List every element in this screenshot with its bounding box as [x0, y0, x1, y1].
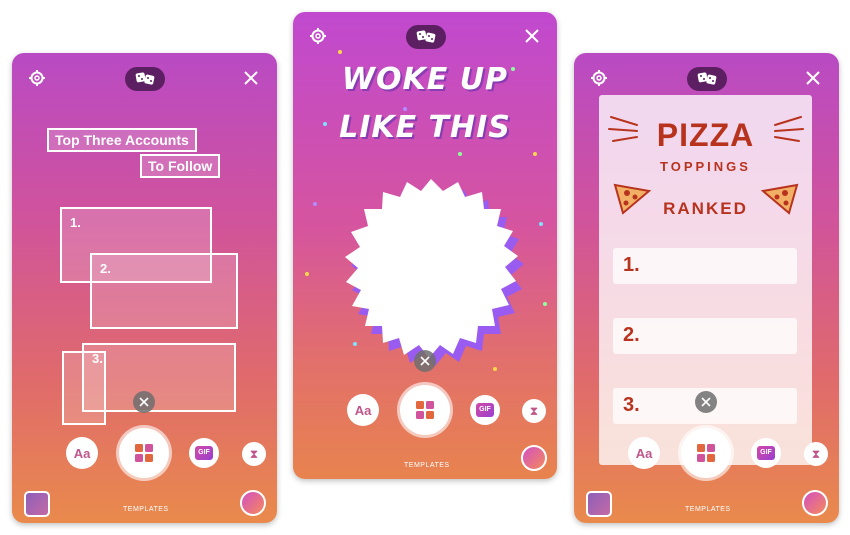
title-line-1[interactable]: Top Three Accounts: [47, 128, 197, 152]
confetti-dot: [305, 272, 309, 276]
gif-icon: GIF: [195, 446, 213, 460]
close-icon[interactable]: [244, 71, 258, 85]
gif-icon: GIF: [476, 403, 494, 417]
slot-3-box[interactable]: 3.: [82, 343, 236, 412]
gif-button[interactable]: GIF: [751, 438, 781, 468]
rank-1-label: 1.: [623, 254, 640, 276]
gif-icon: GIF: [757, 446, 775, 460]
slot-2-label: 2.: [100, 261, 111, 276]
gif-button[interactable]: GIF: [470, 395, 500, 425]
rank-row-2[interactable]: 2.: [613, 318, 797, 354]
text-tool-button[interactable]: Aa: [628, 437, 660, 469]
camera-switch-button[interactable]: [521, 445, 547, 471]
remove-icon[interactable]: [414, 350, 436, 372]
dice-icon[interactable]: [687, 67, 727, 91]
close-icon[interactable]: [806, 71, 820, 85]
rank-2-label: 2.: [623, 324, 640, 346]
remove-icon[interactable]: [695, 391, 717, 413]
gif-button[interactable]: GIF: [189, 438, 219, 468]
title-line-1[interactable]: WOKE UP: [293, 62, 557, 97]
close-icon[interactable]: [525, 29, 539, 43]
confetti-dot: [543, 302, 547, 306]
toppings-subtitle: TOPPINGS: [660, 159, 751, 174]
text-tool-button[interactable]: Aa: [347, 394, 379, 426]
gear-icon[interactable]: [591, 70, 607, 86]
dice-icon[interactable]: [125, 67, 165, 91]
timer-button[interactable]: ⧗: [804, 442, 828, 466]
rank-3-label: 3.: [623, 394, 640, 416]
title-line-2[interactable]: To Follow: [140, 154, 221, 178]
ranked-subtitle: RANKED: [663, 199, 748, 218]
title-line-2[interactable]: LIKE THIS: [293, 110, 557, 145]
camera-switch-button[interactable]: [240, 490, 266, 516]
gear-icon[interactable]: [29, 70, 45, 86]
templates-button[interactable]: [119, 428, 169, 478]
confetti-dot: [539, 222, 543, 226]
story-screen-pizza-toppings: PIZZA TOPPINGS RANKED 1. 2. 3. Aa GIF ⧗ …: [574, 53, 839, 523]
templates-label: TEMPLATES: [404, 462, 450, 469]
gallery-thumbnail[interactable]: [586, 491, 612, 517]
slot-1-label: 1.: [70, 215, 81, 230]
templates-label: TEMPLATES: [123, 506, 169, 513]
timer-button[interactable]: ⧗: [522, 399, 546, 423]
gallery-thumbnail[interactable]: [24, 491, 50, 517]
slot-2-box[interactable]: 2.: [90, 253, 238, 329]
confetti-dot: [533, 152, 537, 156]
rank-row-1[interactable]: 1.: [613, 248, 797, 284]
templates-button[interactable]: [681, 428, 731, 478]
gear-icon[interactable]: [310, 28, 326, 44]
slot-3-label: 3.: [92, 351, 103, 366]
story-screen-top-accounts: Top Three Accounts To Follow 1. 2. 3. Aa…: [12, 53, 277, 523]
confetti-dot: [338, 50, 342, 54]
text-tool-button[interactable]: Aa: [66, 437, 98, 469]
story-screen-woke-up: WOKE UP LIKE THIS Aa GIF ⧗ TEMPLATES: [293, 12, 557, 479]
templates-icon: [416, 401, 434, 419]
pizza-title: PIZZA: [656, 117, 755, 153]
templates-icon: [697, 444, 715, 462]
confetti-dot: [458, 152, 462, 156]
dice-icon[interactable]: [406, 25, 446, 49]
remove-icon[interactable]: [133, 391, 155, 413]
templates-icon: [135, 444, 153, 462]
templates-label: TEMPLATES: [685, 506, 731, 513]
templates-button[interactable]: [400, 385, 450, 435]
timer-button[interactable]: ⧗: [242, 442, 266, 466]
camera-switch-button[interactable]: [802, 490, 828, 516]
